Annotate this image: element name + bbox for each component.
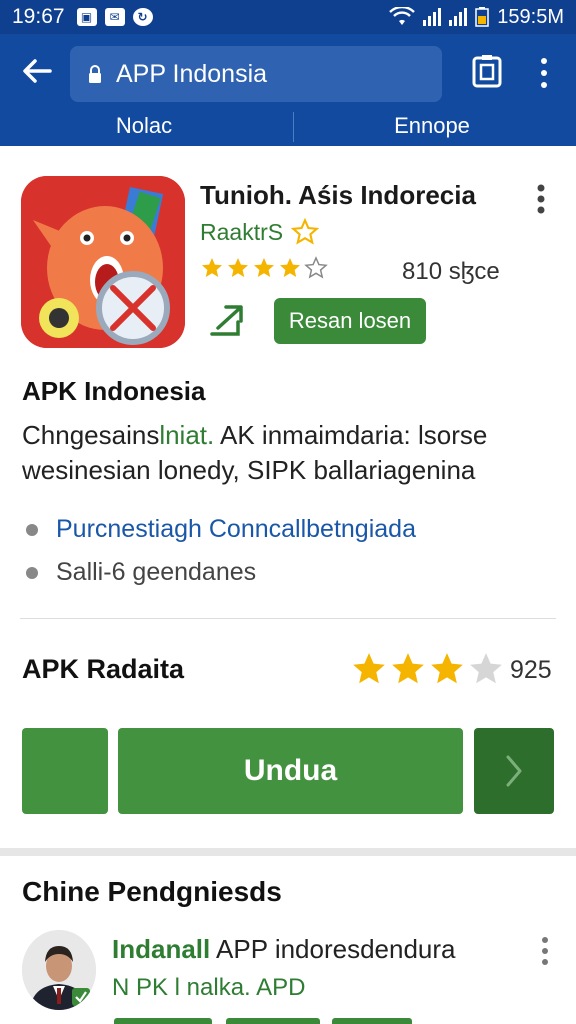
section-title: Chine Pendgniesds: [22, 876, 282, 907]
secondary-action-button[interactable]: [22, 728, 108, 814]
chevron-right-icon: [506, 755, 522, 787]
description-text: Chngesainslniat. AK inmaimdaria: lsorse …: [22, 418, 562, 488]
star-filled-icon: [254, 258, 274, 277]
status-time: 19:67: [12, 5, 65, 28]
star-outline-icon: [291, 218, 320, 245]
back-arrow-icon[interactable]: [20, 54, 54, 88]
description-highlight: lniat.: [159, 420, 215, 450]
app-bar: APP Indonsia Nolac Ennope: [0, 34, 576, 146]
bullet-link[interactable]: Purcnestiagh Conncallbetngiada: [22, 515, 416, 544]
similar-item-subtitle: N PK l nalka. APD: [112, 974, 306, 1001]
star-empty-icon: [470, 653, 502, 684]
star-filled-icon: [431, 653, 463, 684]
description-title: APK Indonesia: [22, 376, 206, 406]
next-button[interactable]: [474, 728, 554, 814]
status-clock: 159:5M: [497, 5, 564, 28]
tab-strip: Nolac Ennope: [0, 106, 576, 146]
app-icon-artwork: [21, 176, 185, 348]
bullet-item: Salli-6 geendanes: [22, 558, 256, 587]
star-filled-icon: [228, 258, 248, 277]
rating-count: 925: [510, 656, 552, 684]
tab-nolac[interactable]: Nolac: [0, 106, 288, 146]
star-filled-icon: [280, 258, 300, 277]
url-search-bar[interactable]: APP Indonsia: [70, 46, 442, 102]
star-filled-icon: [202, 258, 222, 277]
bullet-dot: [26, 566, 38, 579]
description-text-start: Chngesains: [22, 420, 160, 450]
signal-icon-2: [449, 8, 468, 26]
divider: [20, 618, 556, 619]
chip-button[interactable]: [332, 1018, 412, 1024]
chip-button[interactable]: [226, 1018, 320, 1024]
avatar[interactable]: [22, 930, 96, 1010]
tabs-icon[interactable]: [472, 54, 502, 88]
person-avatar-image: [22, 930, 96, 1010]
app-title: Tunioh. Aśis Indorecia: [200, 180, 476, 210]
url-text: APP Indonsia: [116, 59, 268, 88]
similar-item-title-rest: APP indoresdendura: [210, 934, 456, 964]
bullet-dot: [26, 523, 38, 536]
similar-item-brand: Indanall: [112, 934, 211, 964]
rating-label: APK Radaita: [22, 654, 185, 684]
mail-notification-icon: ✉: [104, 8, 125, 26]
status-bar: 19:67 ▣ ✉ ↻ 159:5M: [0, 0, 576, 34]
app-rating-stars: [200, 256, 328, 280]
share-icon[interactable]: [208, 302, 248, 338]
developer-label: RaaktrS: [200, 218, 284, 245]
bullet-item-text: Salli-6 geendanes: [56, 558, 257, 586]
wifi-icon: [389, 7, 416, 25]
star-filled-icon: [392, 653, 424, 684]
more-vert-icon[interactable]: [536, 56, 552, 90]
lock-icon: [89, 65, 101, 83]
star-filled-icon: [353, 653, 385, 684]
notification-icons: ▣ ✉ ↻: [76, 8, 153, 26]
app-icon[interactable]: [21, 176, 185, 348]
similar-item-title[interactable]: Indanall APP indoresdendura: [112, 934, 456, 965]
tab-divider: [293, 112, 294, 142]
gallery-notification-icon: ▣: [76, 8, 97, 26]
chip-button[interactable]: [114, 1018, 212, 1024]
sync-notification-icon: ↻: [132, 8, 153, 26]
signal-icon: [423, 8, 442, 26]
install-button[interactable]: Resan losen: [274, 298, 426, 344]
developer-name[interactable]: RaaktrS: [200, 218, 320, 246]
star-outline-icon: [304, 256, 328, 279]
battery-icon: [475, 7, 490, 27]
download-button[interactable]: Undua: [118, 728, 463, 814]
tab-ennope[interactable]: Ennope: [288, 106, 576, 146]
bullet-link-text: Purcnestiagh Conncallbetngiada: [56, 515, 416, 543]
app-more-vert-icon[interactable]: [532, 184, 550, 214]
section-separator: [0, 848, 576, 856]
rating-stars: [350, 650, 505, 688]
item-more-vert-icon[interactable]: [538, 936, 552, 966]
app-size: 810 sɮce: [402, 258, 500, 285]
